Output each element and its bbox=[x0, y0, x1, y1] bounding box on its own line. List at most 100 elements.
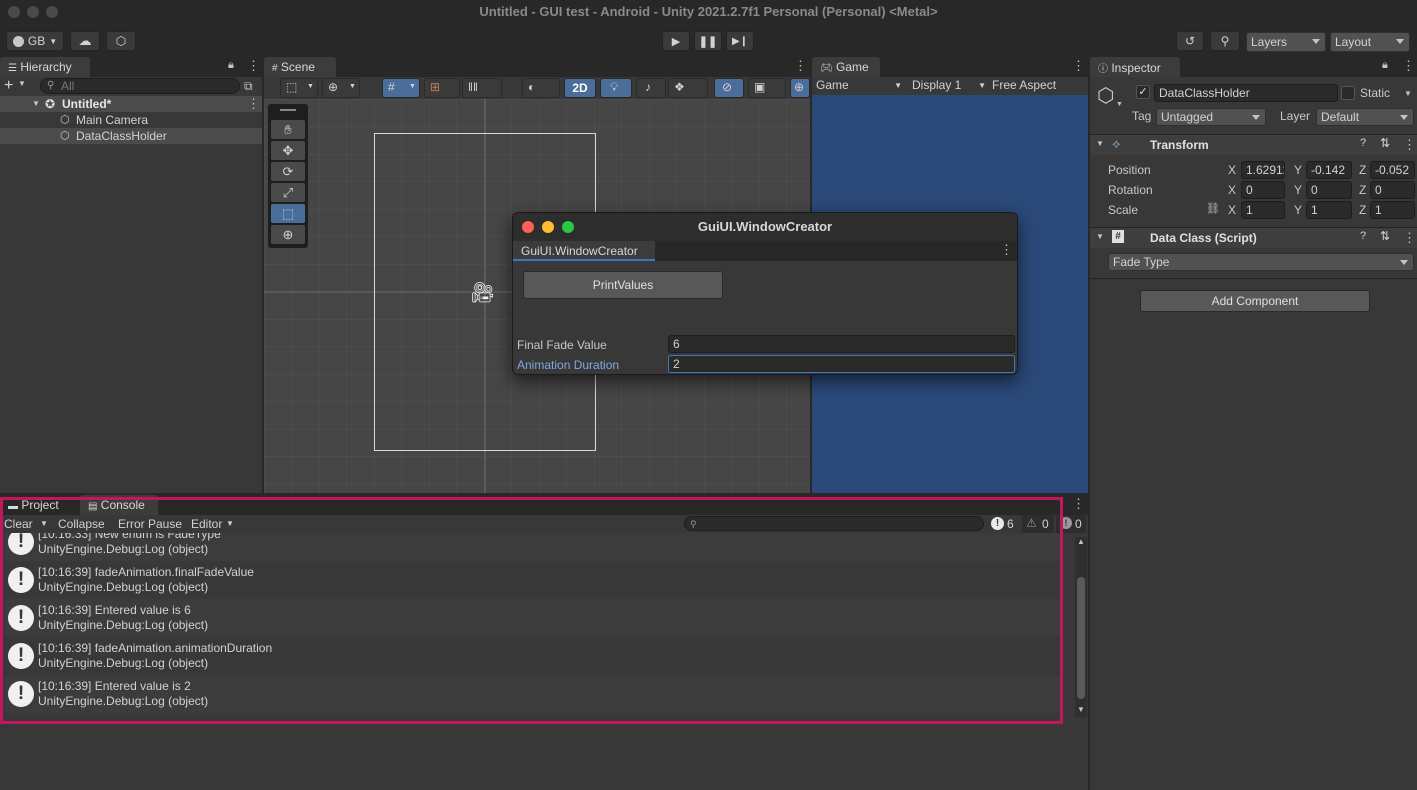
tab-scene[interactable]: # Scene bbox=[264, 57, 336, 77]
tab-gui-window-creator[interactable]: GuiUI.WindowCreator bbox=[513, 241, 655, 261]
mode-2d-toggle[interactable]: 2D bbox=[564, 78, 596, 98]
rotation-z-field[interactable]: 0 bbox=[1370, 181, 1415, 199]
list-item[interactable]: ! [10:16:39] fadeAnimation.finalFadeValu… bbox=[4, 561, 1060, 599]
play-button[interactable]: ▶ bbox=[662, 31, 690, 51]
editor-dropdown[interactable]: Editor bbox=[191, 517, 222, 531]
animation-duration-field[interactable]: 2 bbox=[668, 355, 1015, 373]
scroll-down-icon[interactable]: ▼ bbox=[1077, 705, 1085, 714]
chevron-down-icon[interactable]: ▼ bbox=[226, 519, 234, 528]
global-dropdown[interactable]: ⊕ ▼ bbox=[322, 78, 360, 98]
step-button[interactable]: ▶❙ bbox=[726, 31, 754, 51]
cloud-button[interactable]: ☁ bbox=[70, 31, 100, 51]
script-menu-icon[interactable]: ⋮ bbox=[1403, 231, 1416, 244]
hierarchy-menu-icon[interactable]: ⋮ bbox=[247, 59, 260, 72]
list-item[interactable]: ! [10:16:39] fadeAnimation.animationDura… bbox=[4, 637, 1060, 675]
scene-menu-icon[interactable]: ⋮ bbox=[247, 97, 260, 110]
palette-handle[interactable] bbox=[280, 109, 296, 111]
help-icon[interactable]: ? bbox=[1360, 230, 1366, 242]
tab-console[interactable]: ▤ Console bbox=[80, 495, 158, 515]
rotation-y-field[interactable]: 0 bbox=[1306, 181, 1352, 199]
lock-icon[interactable]: 🔒︎ bbox=[228, 59, 234, 72]
hand-tool-button[interactable]: ✋︎ bbox=[271, 120, 305, 139]
chevron-down-icon[interactable]: ▼ bbox=[1404, 89, 1412, 98]
final-fade-value-field[interactable]: 6 bbox=[668, 335, 1015, 353]
lock-icon[interactable]: 🔒︎ bbox=[1382, 59, 1388, 72]
rotation-x-field[interactable]: 0 bbox=[1241, 181, 1285, 199]
transform-header[interactable]: ▼ ⟡ Transform ? ⇅ ⋮ bbox=[1090, 135, 1417, 155]
chevron-down-icon[interactable]: ▼ bbox=[40, 519, 48, 528]
hierarchy-item-main-camera[interactable]: ⬡ Main Camera bbox=[0, 112, 262, 128]
position-z-field[interactable]: -0.052 bbox=[1370, 161, 1415, 179]
tab-game[interactable]: 🎮︎ Game bbox=[812, 57, 880, 77]
aspect-dropdown[interactable]: Free Aspect bbox=[992, 78, 1088, 94]
active-checkbox[interactable]: ✓ bbox=[1136, 85, 1150, 99]
constrain-proportions-icon[interactable]: ⛓ bbox=[1206, 202, 1220, 215]
inspector-menu-icon[interactable]: ⋮ bbox=[1402, 59, 1415, 72]
preset-icon[interactable]: ⇅ bbox=[1380, 229, 1390, 243]
layers-dropdown[interactable]: Layers bbox=[1246, 32, 1326, 52]
scroll-up-icon[interactable]: ▲ bbox=[1077, 537, 1085, 546]
object-name-field[interactable]: DataClassHolder bbox=[1154, 84, 1338, 102]
collapse-button[interactable]: Collapse bbox=[58, 517, 105, 531]
transform-menu-icon[interactable]: ⋮ bbox=[1403, 138, 1416, 151]
game-view-dropdown[interactable]: Game ▼ bbox=[816, 78, 904, 94]
chevron-down-icon[interactable]: ▼ bbox=[1116, 101, 1123, 108]
console-search-input[interactable]: ⚲ bbox=[684, 516, 984, 531]
scale-y-field[interactable]: 1 bbox=[1306, 201, 1352, 219]
foldout-icon[interactable]: ▼ bbox=[1096, 139, 1104, 148]
console-menu-icon[interactable]: ⋮ bbox=[1072, 497, 1085, 510]
snap-settings-dropdown[interactable]: ‖‖ bbox=[462, 78, 502, 98]
error-pause-button[interactable]: Error Pause bbox=[118, 517, 182, 531]
warning-count-toggle[interactable]: ⚠ 0 bbox=[1022, 515, 1054, 533]
add-icon[interactable]: + bbox=[4, 77, 13, 95]
preset-icon[interactable]: ⇅ bbox=[1380, 136, 1390, 150]
position-x-field[interactable]: 1.62912 bbox=[1241, 161, 1285, 179]
collab-button[interactable]: ⬡ bbox=[106, 31, 136, 51]
scene-menu-icon[interactable]: ⋮ bbox=[794, 59, 807, 72]
account-dropdown[interactable]: GB ▼ bbox=[6, 31, 64, 51]
rotate-tool-button[interactable]: ⟳ bbox=[271, 162, 305, 181]
hidden-objects-toggle[interactable]: ⊘ bbox=[714, 78, 744, 98]
add-component-button[interactable]: Add Component bbox=[1140, 290, 1370, 312]
effects-dropdown[interactable]: ❖ bbox=[668, 78, 708, 98]
tab-hierarchy[interactable]: ☰ Hierarchy bbox=[0, 57, 90, 77]
log-count-toggle[interactable]: ! 6 bbox=[988, 515, 1020, 533]
history-button[interactable]: ↺ bbox=[1176, 31, 1204, 51]
list-item[interactable]: ! [10:16:39] Entered value is 6 UnityEng… bbox=[4, 599, 1060, 637]
tab-project[interactable]: ▬ Project bbox=[0, 495, 78, 515]
audio-toggle[interactable]: ♪ bbox=[636, 78, 666, 98]
layout-dropdown[interactable]: Layout bbox=[1330, 32, 1410, 52]
scrollbar-thumb[interactable] bbox=[1077, 577, 1085, 699]
scale-z-field[interactable]: 1 bbox=[1370, 201, 1415, 219]
camera-gizmo-icon[interactable]: 🎥︎ bbox=[470, 280, 495, 305]
foldout-icon[interactable]: ▼ bbox=[32, 96, 40, 112]
display-dropdown[interactable]: Display 1 ▼ bbox=[912, 78, 986, 94]
snap-increment-dropdown[interactable]: ⊞ bbox=[424, 78, 460, 98]
tab-inspector[interactable]: ⓘ Inspector bbox=[1090, 57, 1180, 77]
shading-dropdown[interactable]: ◐ bbox=[522, 78, 560, 98]
position-y-field[interactable]: -0.142 bbox=[1306, 161, 1352, 179]
layer-dropdown[interactable]: Default bbox=[1316, 108, 1414, 126]
gizmos-toggle[interactable]: ⊕ bbox=[790, 78, 810, 98]
transform-tool-button[interactable]: ⊕ bbox=[271, 225, 305, 244]
hierarchy-item-dataclassholder[interactable]: ⬡ DataClassHolder bbox=[0, 128, 262, 144]
static-checkbox[interactable] bbox=[1341, 86, 1355, 100]
draw-mode-dropdown[interactable]: ⬚ ▼ bbox=[280, 78, 318, 98]
gui-window-menu-icon[interactable]: ⋮ bbox=[1000, 243, 1013, 256]
search-button[interactable]: ⚲ bbox=[1210, 31, 1240, 51]
hierarchy-search-input[interactable]: ⚲ All bbox=[40, 78, 240, 94]
scene-root-row[interactable]: ▼ ✪ Untitled* ⋮ bbox=[0, 96, 262, 112]
list-item[interactable]: ! [10:16:39] Entered value is 2 UnityEng… bbox=[4, 675, 1060, 713]
chevron-down-icon[interactable]: ▼ bbox=[18, 79, 26, 88]
console-scrollbar[interactable]: ▲ ▼ bbox=[1075, 537, 1087, 717]
move-tool-button[interactable]: ✥ bbox=[271, 141, 305, 160]
scene-visibility-icon[interactable]: ⧉ bbox=[244, 79, 253, 94]
camera-dropdown[interactable]: ▣ bbox=[748, 78, 786, 98]
lighting-toggle[interactable]: 💡︎ bbox=[600, 78, 632, 98]
clear-button[interactable]: Clear bbox=[4, 517, 33, 531]
game-menu-icon[interactable]: ⋮ bbox=[1072, 59, 1085, 72]
list-item[interactable]: ! [10:16:33] New enum is FadeType UnityE… bbox=[4, 533, 1060, 561]
pause-button[interactable]: ❚❚ bbox=[694, 31, 722, 51]
error-count-toggle[interactable]: ! 0 bbox=[1056, 515, 1086, 533]
script-header[interactable]: ▼ # Data Class (Script) ? ⇅ ⋮ bbox=[1090, 228, 1417, 248]
